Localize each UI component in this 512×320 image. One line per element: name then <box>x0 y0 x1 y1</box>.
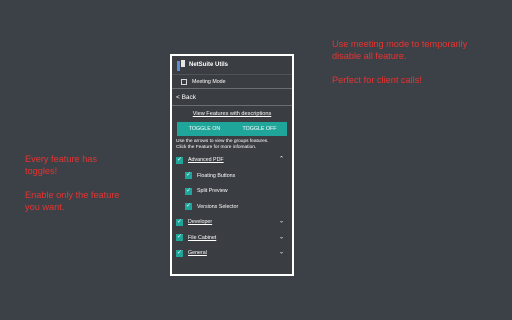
feature-label[interactable]: Floating Buttons <box>197 173 235 179</box>
feature-item-split-preview[interactable]: ✓ Split Preview <box>172 183 292 199</box>
back-button[interactable]: < Back <box>172 88 292 106</box>
note-line: Use meeting mode to temporarily <box>332 39 468 49</box>
feature-label[interactable]: File Cabinet <box>188 235 216 241</box>
note-line: Every feature has <box>25 154 98 164</box>
feature-group-advanced-pdf[interactable]: ✓ Advanced PDF ⌃ <box>172 152 292 168</box>
chevron-down-icon[interactable]: ⌄ <box>279 250 284 256</box>
checkbox-checked-icon[interactable]: ✓ <box>185 187 192 195</box>
checkbox-checked-icon[interactable]: ✓ <box>185 172 192 180</box>
chevron-down-icon[interactable]: ⌄ <box>279 234 284 240</box>
feature-item-floating-buttons[interactable]: ✓ Floating Buttons <box>172 168 292 184</box>
toggle-buttons: TOGGLE ON TOGGLE OFF <box>172 122 292 136</box>
feature-label[interactable]: Versions Selector <box>197 204 238 210</box>
checkbox-checked-icon[interactable]: ✓ <box>176 249 183 257</box>
feature-group-file-cabinet[interactable]: ✓ File Cabinet ⌄ <box>172 230 292 246</box>
feature-label[interactable]: Developer <box>188 219 212 225</box>
feature-item-versions-selector[interactable]: ✓ Versions Selector <box>172 199 292 215</box>
netsuite-logo-icon <box>177 59 186 71</box>
chevron-down-icon[interactable]: ⌄ <box>279 219 284 225</box>
hint-line: Click the Feature for more infomation. <box>176 145 257 151</box>
app-title: NetSuite Utils <box>189 62 229 68</box>
toggle-on-button[interactable]: TOGGLE ON <box>177 122 232 136</box>
feature-label[interactable]: General <box>188 250 207 256</box>
feature-list: ✓ Advanced PDF ⌃ ✓ Floating Buttons ✓ Sp… <box>172 152 292 261</box>
meeting-mode-checkbox[interactable] <box>181 78 187 85</box>
view-features-link[interactable]: View Features with descriptions <box>172 111 292 117</box>
note-line: toggles! <box>25 166 58 176</box>
back-label: < Back <box>176 93 197 101</box>
note-line: disable all feature. <box>332 51 407 61</box>
toggles-note: Every feature has toggles! Enable only t… <box>25 153 120 213</box>
meeting-mode-label: Meeting Mode <box>192 78 226 85</box>
meeting-mode-note: Use meeting mode to temporarily disable … <box>332 38 467 86</box>
feature-group-developer[interactable]: ✓ Developer ⌄ <box>172 214 292 230</box>
checkbox-checked-icon[interactable]: ✓ <box>176 218 183 226</box>
feature-label[interactable]: Advanced PDF <box>188 157 224 163</box>
checkbox-checked-icon[interactable]: ✓ <box>185 203 192 211</box>
checkbox-checked-icon[interactable]: ✓ <box>176 156 183 164</box>
feature-group-general[interactable]: ✓ General ⌄ <box>172 245 292 261</box>
extension-popup: NetSuite Utils Meeting Mode < Back View … <box>170 54 294 276</box>
toggle-off-button[interactable]: TOGGLE OFF <box>232 122 287 136</box>
note-line: you want. <box>25 202 65 212</box>
meeting-mode-toggle[interactable]: Meeting Mode <box>172 74 292 88</box>
feature-label[interactable]: Split Preview <box>197 188 228 194</box>
note-line: Enable only the feature <box>25 190 120 200</box>
instructions-text: Use the arrows to view the groups featur… <box>172 139 292 151</box>
checkbox-checked-icon[interactable]: ✓ <box>176 234 183 242</box>
chevron-up-icon[interactable]: ⌃ <box>279 157 284 163</box>
note-line: Perfect for client calls! <box>332 75 422 85</box>
popup-header: NetSuite Utils <box>172 56 292 74</box>
